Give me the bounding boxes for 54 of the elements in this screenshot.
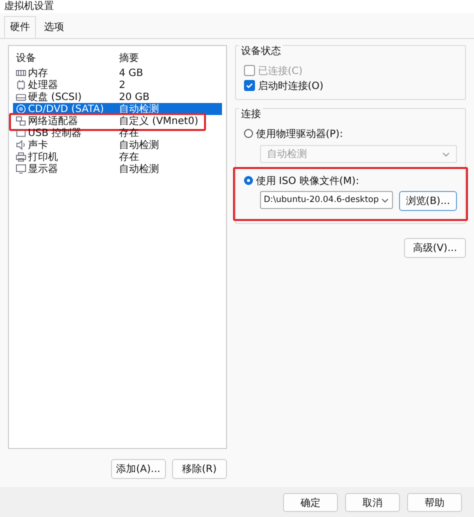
network-icon: [16, 116, 26, 126]
caret-icon: [380, 198, 389, 202]
device-row[interactable]: 声卡 自动检测: [13, 139, 222, 151]
device-summary: 自动检测: [119, 102, 160, 116]
dialog-button[interactable]: 取消: [345, 492, 400, 512]
tab[interactable]: 硬件: [4, 16, 36, 38]
device-name: 处理器: [28, 78, 59, 92]
printer-icon: [16, 152, 26, 162]
device-row[interactable]: 显示器 自动检测: [13, 163, 222, 175]
device-name: 网络适配器: [28, 114, 79, 128]
cpu-icon: [16, 80, 26, 90]
dialog-button[interactable]: 帮助: [407, 492, 462, 512]
sound-icon: [16, 140, 26, 150]
device-row[interactable]: USB 控制器 存在: [13, 127, 222, 139]
dialog-button[interactable]: 确定: [283, 492, 338, 512]
checkbox-option[interactable]: 启动时连接(O): [244, 78, 457, 93]
checkbox[interactable]: [244, 80, 255, 91]
group-title: 连接: [238, 107, 263, 121]
column-header: 设备: [16, 52, 37, 65]
device-summary: 自定义 (VMnet0): [119, 114, 200, 128]
device-summary: 存在: [119, 127, 139, 140]
device-name: USB 控制器: [28, 126, 83, 140]
window-title: 虚拟机设置: [0, 0, 474, 13]
device-summary: 2: [119, 80, 126, 90]
device-name: 内存: [28, 66, 49, 80]
radio-button[interactable]: [244, 176, 253, 185]
device-name: 打印机: [28, 150, 59, 164]
device-summary: 20 GB: [119, 92, 151, 102]
cd-icon: [16, 104, 26, 114]
group-title: 设备状态: [238, 44, 283, 58]
device-row[interactable]: 网络适配器 自定义 (VMnet0): [13, 115, 222, 127]
device-row[interactable]: 内存 4 GB: [13, 67, 222, 79]
display-icon: [16, 164, 26, 174]
radio-option[interactable]: 使用 ISO 映像文件(M):: [244, 173, 457, 188]
device-row[interactable]: 硬盘 (SCSI) 20 GB: [13, 91, 222, 103]
advanced-button[interactable]: 高级(V)...: [404, 238, 466, 258]
device-summary: 自动检测: [119, 138, 160, 152]
device-name: CD/DVD (SATA): [28, 104, 105, 114]
device-row[interactable]: 打印机 存在: [13, 151, 222, 163]
browse-button[interactable]: 浏览(B)...: [398, 191, 457, 211]
device-summary: 自动检测: [119, 162, 160, 176]
list-button[interactable]: 移除(R): [172, 459, 227, 479]
list-button[interactable]: 添加(A)...: [110, 459, 166, 479]
device-name: 硬盘 (SCSI): [28, 91, 83, 104]
device-name: 声卡: [28, 138, 49, 152]
device-name: 显示器: [28, 163, 59, 176]
column-header: 摘要: [119, 52, 140, 65]
device-summary: 存在: [119, 151, 139, 164]
device-row[interactable]: 处理器 2: [13, 79, 222, 91]
device-summary: 4 GB: [119, 68, 144, 78]
tab[interactable]: 选项: [38, 16, 70, 38]
caret-icon: [442, 152, 450, 156]
iso-path-dropdown[interactable]: D:\ubuntu-20.04.6-desktop: [260, 191, 393, 209]
memory-icon: [16, 68, 26, 78]
